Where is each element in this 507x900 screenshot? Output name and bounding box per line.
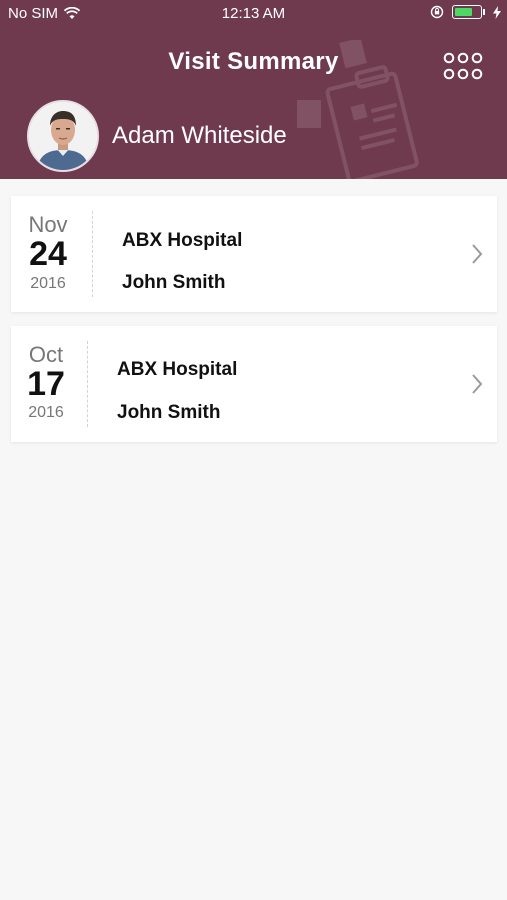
battery-tip: [483, 9, 485, 15]
visit-year: 2016: [28, 404, 64, 421]
visit-hospital: ABX Hospital: [122, 230, 243, 251]
visit-card[interactable]: Oct 17 2016 ABX Hospital John Smith: [11, 326, 497, 442]
charging-bolt-icon: [493, 5, 501, 19]
rotation-lock-icon: [430, 5, 444, 19]
battery-icon: [452, 5, 482, 19]
card-divider: [92, 211, 93, 297]
visit-doctor: John Smith: [117, 402, 221, 423]
visit-doctor: John Smith: [122, 272, 226, 293]
header: No SIM 12:13 AM Visit Summary Adam White…: [0, 0, 507, 179]
page-title: Visit Summary: [168, 48, 339, 75]
status-bar: No SIM 12:13 AM: [0, 0, 507, 26]
chevron-right-icon: [472, 244, 483, 264]
avatar[interactable]: [27, 100, 99, 172]
user-avatar-icon: [29, 102, 97, 170]
grid-dots-icon: [443, 52, 483, 80]
status-right: [430, 5, 501, 19]
menu-button[interactable]: [442, 51, 484, 81]
user-name: Adam Whiteside: [112, 122, 287, 149]
visit-day: 24: [29, 235, 67, 273]
chevron-right-icon: [472, 374, 483, 394]
card-divider: [87, 341, 88, 427]
visit-year: 2016: [30, 275, 66, 292]
visit-day: 17: [27, 365, 65, 403]
visit-hospital: ABX Hospital: [117, 359, 238, 380]
visit-card[interactable]: Nov 24 2016 ABX Hospital John Smith: [11, 196, 497, 312]
battery-level: [455, 8, 472, 16]
